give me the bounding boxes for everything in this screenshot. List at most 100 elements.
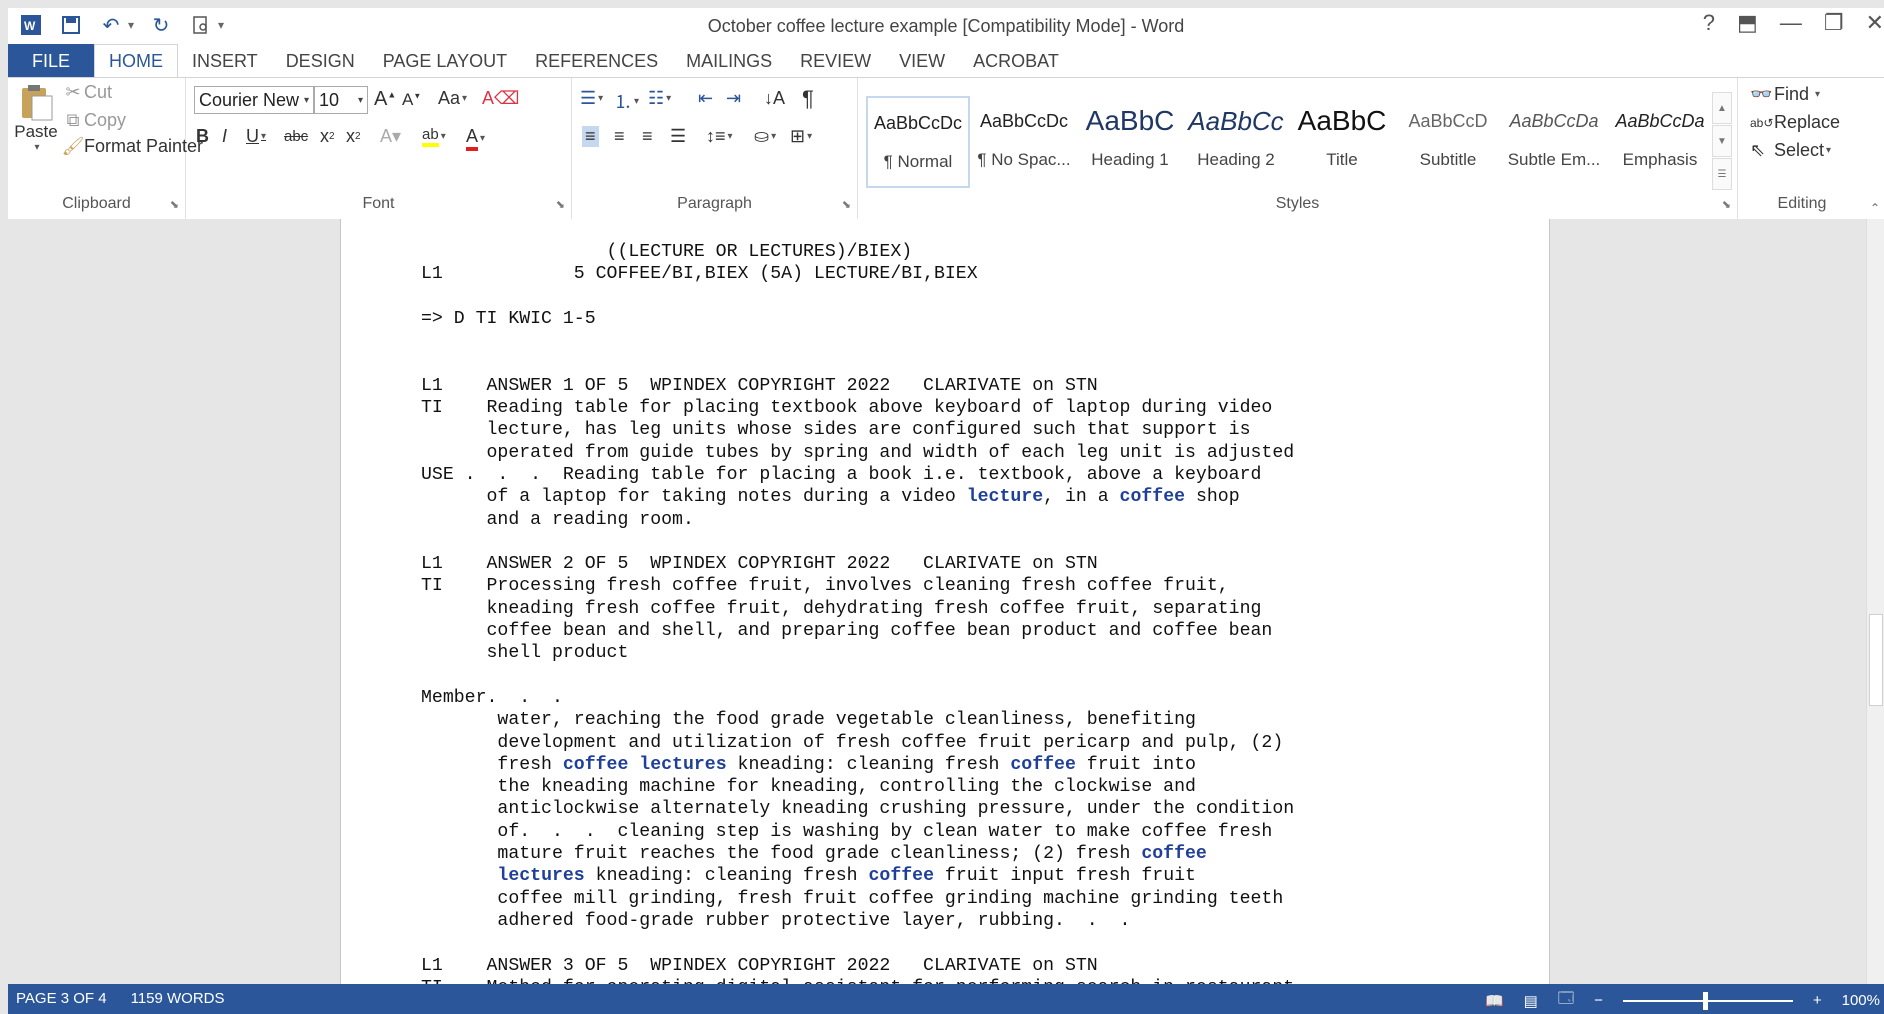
grow-font-button[interactable]: A▲ bbox=[374, 88, 396, 111]
ribbon: Paste ▾ ✂ Cut ⧉ Copy 🖌 Format Painter Cl… bbox=[8, 77, 1884, 220]
tab-insert[interactable]: INSERT bbox=[178, 44, 272, 78]
cut-label: Cut bbox=[84, 82, 113, 102]
show-hide-button[interactable]: ¶ bbox=[802, 86, 814, 112]
select-button[interactable]: ⇖ Select ▾ bbox=[1750, 140, 1831, 161]
align-center-button[interactable]: ≡ bbox=[614, 126, 625, 147]
style-emphasis[interactable]: AaBbCcDa Emphasis bbox=[1608, 96, 1712, 188]
document-line: L1 5 COFFEE/BI,BIEX (5A) LECTURE/BI,BIEX bbox=[421, 263, 1294, 285]
align-right-button[interactable]: ≡ bbox=[642, 126, 653, 147]
paragraph-dialog-launcher-icon[interactable]: ⬊ bbox=[842, 198, 851, 211]
tab-view[interactable]: VIEW bbox=[885, 44, 959, 78]
subscript-button[interactable]: x2 bbox=[320, 126, 335, 147]
vertical-scrollbar[interactable] bbox=[1866, 219, 1884, 992]
decrease-indent-button[interactable]: ⇤ bbox=[698, 88, 713, 109]
numbering-button[interactable]: ⒈ ▾ bbox=[614, 88, 639, 114]
tab-references[interactable]: REFERENCES bbox=[521, 44, 672, 78]
close-icon[interactable]: ✕ bbox=[1866, 10, 1884, 36]
styles-more-icon[interactable]: ☰ bbox=[1712, 158, 1732, 190]
paste-dropdown-icon[interactable]: ▾ bbox=[34, 142, 39, 153]
read-mode-icon[interactable]: 📖 bbox=[1485, 992, 1504, 1010]
cut-button[interactable]: ✂ Cut bbox=[62, 82, 112, 103]
sort-button[interactable]: ↓A bbox=[764, 88, 785, 109]
align-left-button[interactable]: ≡ bbox=[582, 126, 599, 147]
tab-design[interactable]: DESIGN bbox=[272, 44, 369, 78]
style-title[interactable]: AaBbC Title bbox=[1290, 96, 1394, 188]
superscript-button[interactable]: x2 bbox=[346, 126, 361, 147]
paste-button[interactable]: Paste ▾ bbox=[14, 82, 58, 153]
zoom-out-icon[interactable]: − bbox=[1594, 992, 1603, 1009]
help-icon[interactable]: ? bbox=[1703, 10, 1715, 36]
style-heading-1[interactable]: AaBbC Heading 1 bbox=[1078, 96, 1182, 188]
format-painter-button[interactable]: 🖌 Format Painter bbox=[62, 136, 203, 157]
scrollbar-thumb[interactable] bbox=[1869, 614, 1883, 706]
document-body[interactable]: ((LECTURE OR LECTURES)/BIEX) L1 5 COFFEE/… bbox=[421, 241, 1294, 992]
tab-acrobat[interactable]: ACROBAT bbox=[959, 44, 1073, 78]
borders-button[interactable]: ⊞ ▾ bbox=[790, 126, 812, 147]
style-heading-2[interactable]: AaBbCc Heading 2 bbox=[1184, 96, 1288, 188]
style-name: ¶ No Spac... bbox=[977, 150, 1071, 169]
styles-scroll-up-icon[interactable]: ▲ bbox=[1712, 92, 1732, 124]
bold-button[interactable]: B bbox=[196, 126, 209, 147]
text-effects-button[interactable]: A▾ bbox=[380, 126, 401, 147]
grow-font-icon: A▲ bbox=[374, 88, 397, 110]
italic-button[interactable]: I bbox=[222, 126, 227, 147]
style-no-spac[interactable]: AaBbCcDc ¶ No Spac... bbox=[972, 96, 1076, 188]
style-normal[interactable]: AaBbCcDc ¶ Normal bbox=[866, 96, 970, 188]
style-subtitle[interactable]: AaBbCcD Subtitle bbox=[1396, 96, 1500, 188]
tab-review[interactable]: REVIEW bbox=[786, 44, 885, 78]
justify-button[interactable]: ☰ bbox=[670, 126, 686, 147]
bullets-button[interactable]: ☰ ▾ bbox=[580, 88, 603, 109]
collapse-ribbon-icon[interactable]: ⌃ bbox=[1870, 201, 1880, 215]
clipboard-dialog-launcher-icon[interactable]: ⬊ bbox=[170, 198, 179, 211]
minimize-icon[interactable]: — bbox=[1780, 10, 1802, 36]
restore-icon[interactable]: ❐ bbox=[1824, 10, 1844, 36]
find-button[interactable]: 👓 Find ▾ bbox=[1750, 84, 1820, 105]
strikethrough-button[interactable]: abc bbox=[284, 128, 308, 145]
document-text: of. . . cleaning step is washing by clea… bbox=[421, 821, 1273, 842]
line-spacing-button[interactable]: ↕≡ ▾ bbox=[706, 126, 733, 147]
document-line: => D TI KWIC 1-5 bbox=[421, 308, 1294, 330]
font-size-dropdown-icon[interactable]: ▾ bbox=[358, 95, 363, 106]
zoom-in-icon[interactable]: + bbox=[1813, 992, 1822, 1009]
zoom-level[interactable]: 100% bbox=[1842, 992, 1884, 1009]
document-text: TI Reading table for placing textbook ab… bbox=[421, 398, 1273, 419]
styles-group: AaBbCcDc ¶ Normal AaBbCcDc ¶ No Spac... AaBb… bbox=[858, 78, 1738, 219]
font-name-dropdown-icon[interactable]: ▾ bbox=[304, 95, 309, 106]
tab-file[interactable]: FILE bbox=[8, 44, 94, 78]
tab-mailings[interactable]: MAILINGS bbox=[672, 44, 786, 78]
multilevel-list-button[interactable]: ☷ ▾ bbox=[648, 88, 671, 109]
window-title: October coffee lecture example [Compatib… bbox=[707, 16, 1185, 36]
font-dialog-launcher-icon[interactable]: ⬊ bbox=[556, 198, 565, 211]
copy-button[interactable]: ⧉ Copy bbox=[62, 110, 126, 131]
page-count[interactable]: PAGE 3 OF 4 bbox=[16, 990, 107, 1007]
replace-button[interactable]: ab↺ Replace bbox=[1750, 112, 1840, 133]
font-name-combo[interactable]: Courier New ▾ bbox=[194, 86, 314, 114]
shrink-font-button[interactable]: A▼ bbox=[402, 90, 421, 110]
print-layout-icon[interactable]: ▤ bbox=[1524, 992, 1538, 1010]
text-effects-icon: A▾ bbox=[380, 126, 402, 146]
search-hit: coffee bbox=[1119, 487, 1186, 508]
zoom-slider[interactable] bbox=[1622, 991, 1793, 1010]
styles-dialog-launcher-icon[interactable]: ⬊ bbox=[1722, 198, 1731, 211]
document-text: Member. . . bbox=[421, 687, 563, 708]
change-case-button[interactable]: Aa ▾ bbox=[438, 88, 467, 109]
shading-button[interactable]: ⛀ ▾ bbox=[754, 126, 776, 147]
replace-icon: ab↺ bbox=[1750, 115, 1774, 130]
ribbon-display-options-icon[interactable]: ⬒ bbox=[1737, 10, 1758, 36]
styles-scroll-down-icon[interactable]: ▼ bbox=[1712, 125, 1732, 157]
zoom-slider-thumb[interactable] bbox=[1702, 991, 1708, 1010]
document-text: fruit input fresh fruit bbox=[934, 866, 1196, 887]
document-page[interactable]: ((LECTURE OR LECTURES)/BIEX) L1 5 COFFEE/… bbox=[340, 219, 1550, 992]
tab-home[interactable]: HOME bbox=[94, 44, 178, 78]
highlight-button[interactable]: ab ▾ bbox=[422, 126, 446, 147]
word-count[interactable]: 1159 WORDS bbox=[131, 990, 225, 1007]
style-subtle-em[interactable]: AaBbCcDa Subtle Em... bbox=[1502, 96, 1606, 188]
font-size-combo[interactable]: 10 ▾ bbox=[314, 86, 368, 114]
web-layout-icon[interactable]: 🗔 bbox=[1558, 988, 1574, 1013]
increase-indent-button[interactable]: ⇥ bbox=[726, 88, 741, 109]
clear-formatting-button[interactable]: A⌫ bbox=[482, 88, 519, 109]
tab-page-layout[interactable]: PAGE LAYOUT bbox=[369, 44, 521, 78]
font-color-button[interactable]: A ▾ bbox=[466, 126, 485, 151]
underline-button[interactable]: U ▾ bbox=[246, 126, 266, 147]
